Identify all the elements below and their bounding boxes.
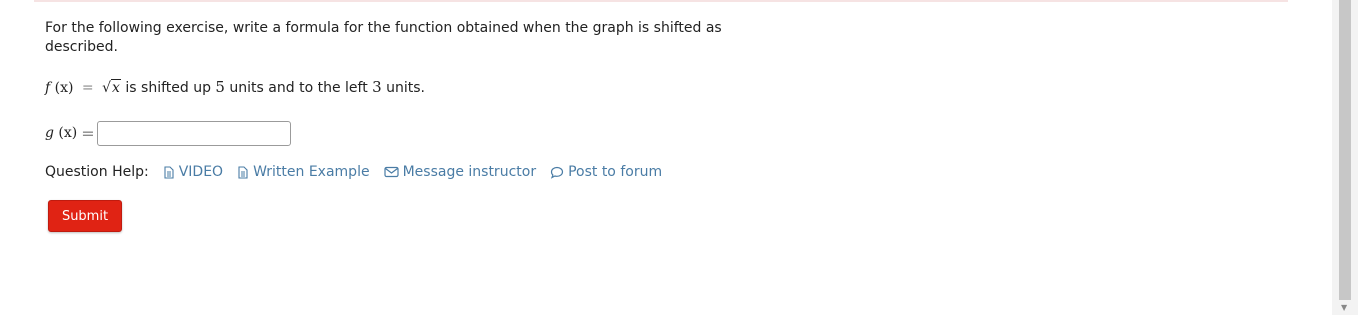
written-example-link-label: Written Example [253,164,370,180]
equals-sign: = [81,80,94,96]
answer-equals-sign: = [81,123,95,143]
speech-bubble-icon [550,166,564,179]
submit-button[interactable]: Submit [48,200,122,232]
question-help-label: Question Help: [45,164,149,180]
answer-input[interactable] [96,120,291,146]
function-f-name: f [45,80,51,96]
text-units-end: units. [386,80,426,96]
vertical-scrollbar[interactable]: ▼ [1332,0,1358,315]
message-instructor-link[interactable]: Message instructor [383,162,537,182]
text-units-left: units and to the left [229,80,368,96]
function-g-name: g [45,125,54,141]
envelope-icon [383,166,399,178]
up-amount: 5 [215,78,225,96]
question-help: Question Help: VIDEO Written Example Mes… [45,162,676,182]
sqrt-symbol: √ [102,80,112,96]
post-to-forum-link[interactable]: Post to forum [550,162,662,182]
function-g-arg: (x) [58,125,78,141]
document-icon [164,165,174,179]
problem-statement: f (x) = √x is shifted up 5 units and to … [45,77,425,98]
document-icon [238,165,248,179]
function-g: g (x) [45,125,77,141]
question-prompt: For the following exercise, write a form… [45,20,722,55]
left-amount: 3 [372,78,382,96]
scroll-down-arrow-icon[interactable]: ▼ [1341,303,1347,313]
function-f: f (x) [45,80,78,96]
video-link-label: VIDEO [178,164,224,180]
scrollbar-thumb[interactable] [1339,0,1351,300]
text-shifted-up: is shifted up [125,80,211,96]
written-example-link[interactable]: Written Example [237,162,370,182]
answer-row: g (x) = [45,118,291,148]
message-instructor-link-label: Message instructor [402,164,537,180]
card-top-border [34,0,1288,2]
post-to-forum-link-label: Post to forum [568,164,663,180]
video-link[interactable]: VIDEO [163,162,223,182]
function-f-arg: (x) [54,80,74,96]
sqrt-radicand: x [111,79,121,96]
